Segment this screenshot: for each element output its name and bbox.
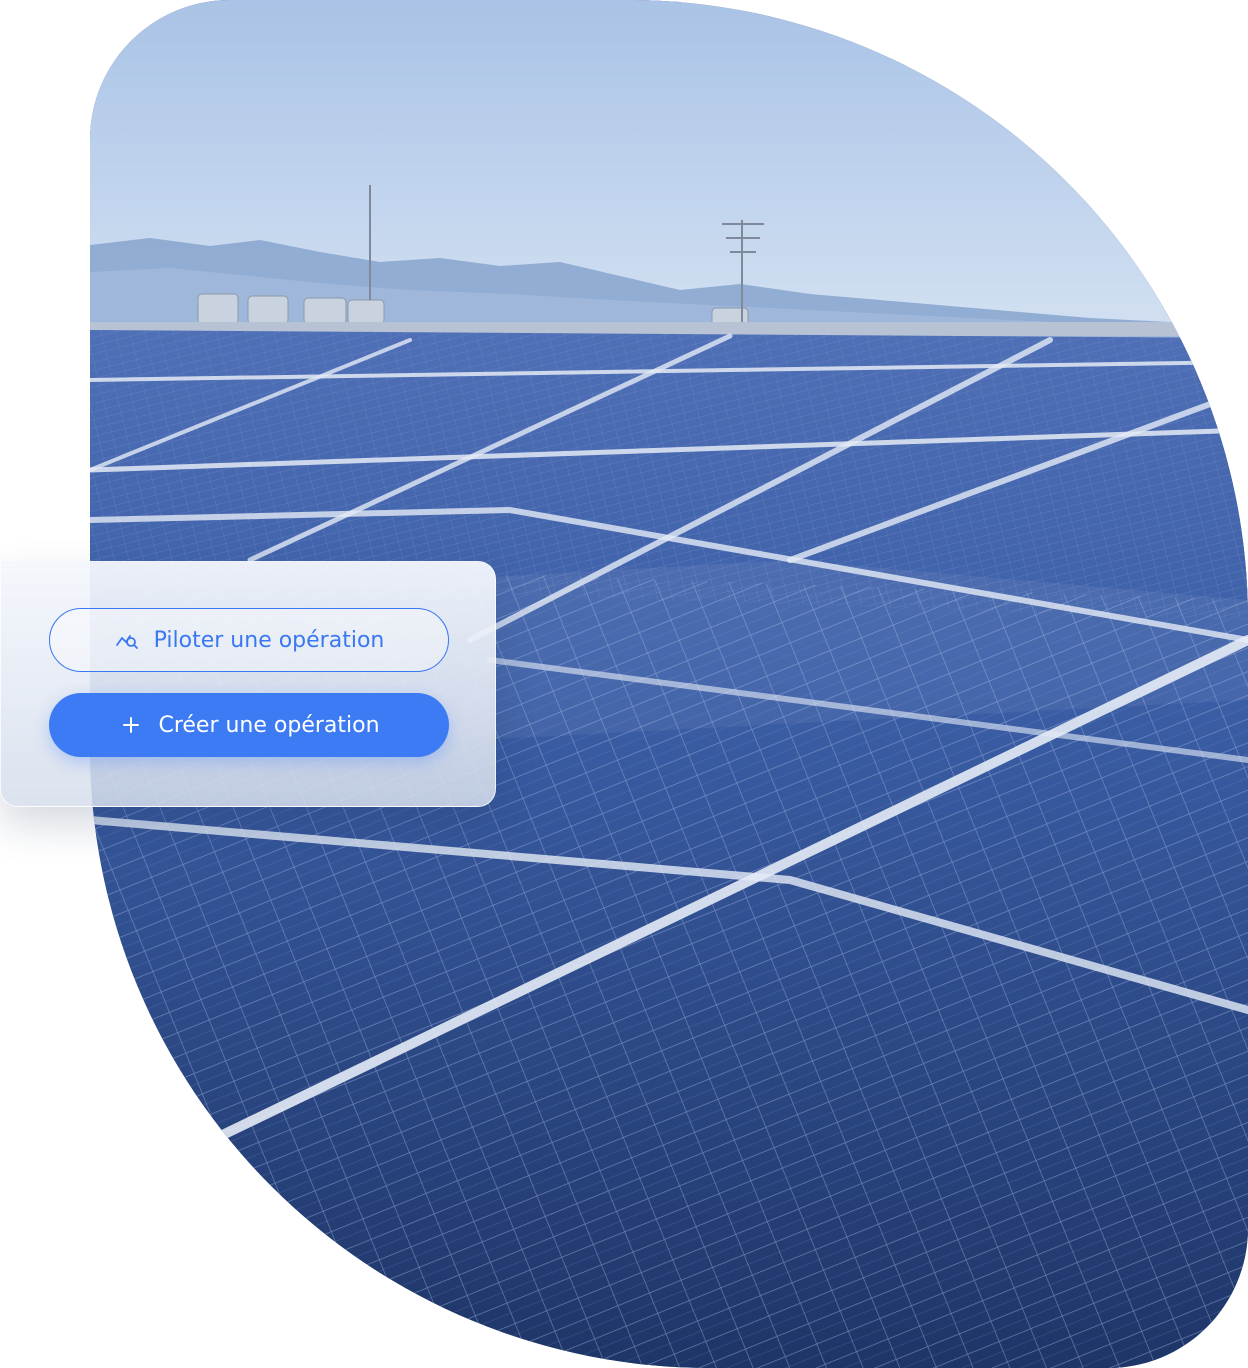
- create-operation-label: Créer une opération: [158, 712, 380, 738]
- action-card: Piloter une opération Créer une opératio…: [0, 561, 496, 807]
- monitor-operation-button[interactable]: Piloter une opération: [49, 608, 449, 672]
- monitor-operation-label: Piloter une opération: [153, 627, 385, 653]
- create-operation-button[interactable]: Créer une opération: [49, 693, 449, 757]
- plus-icon: [118, 712, 144, 738]
- chart-search-icon: [114, 627, 140, 653]
